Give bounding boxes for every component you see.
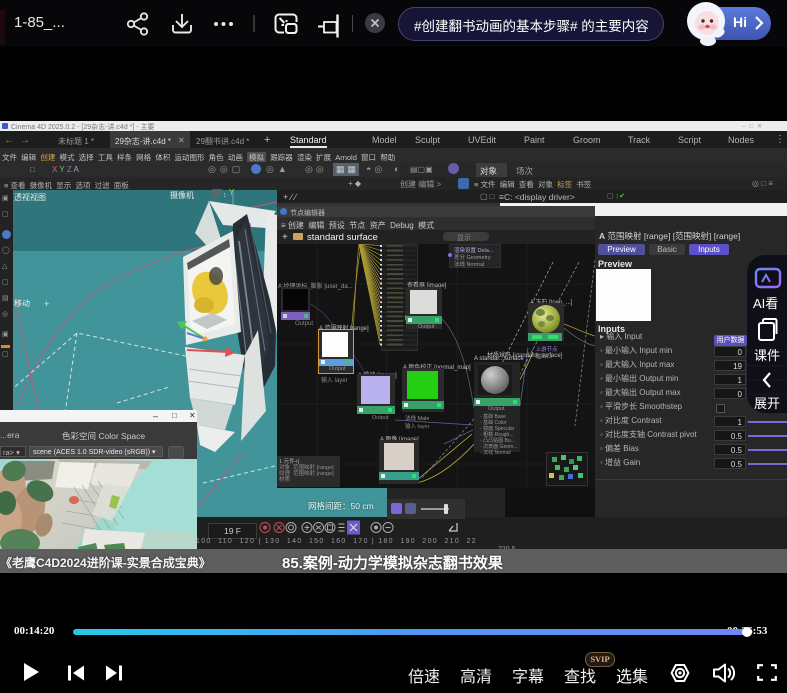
svg-text:移动: 移动 xyxy=(14,298,30,308)
svg-text:↕: ↕ xyxy=(223,192,227,199)
svg-text:摄像机: 摄像机 xyxy=(170,190,194,200)
svg-text:Y: Y xyxy=(229,188,235,197)
svg-text:+: + xyxy=(44,299,49,309)
svg-text:透视视图: 透视视图 xyxy=(14,192,46,202)
